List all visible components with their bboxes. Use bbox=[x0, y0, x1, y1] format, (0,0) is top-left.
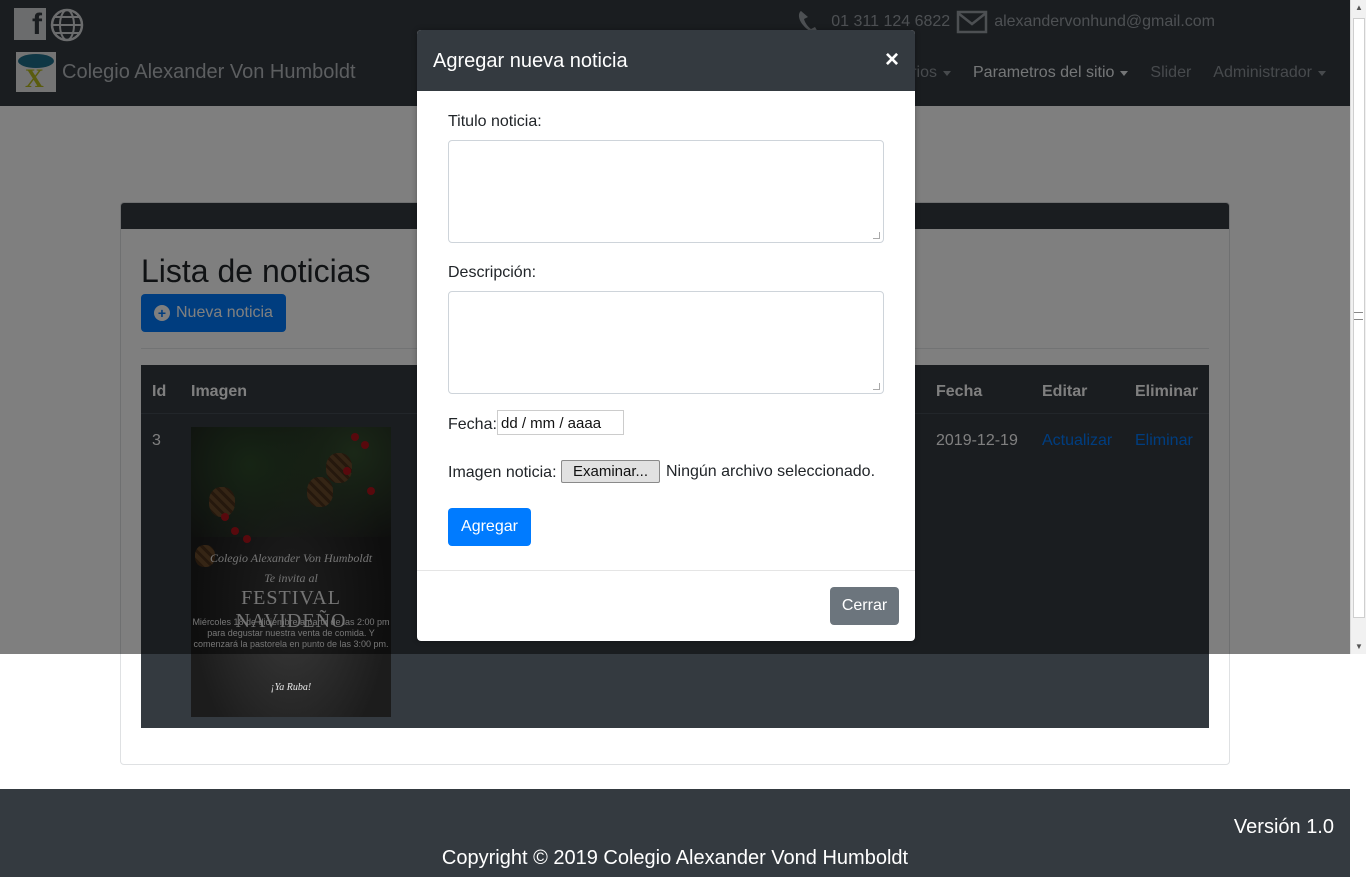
scroll-up-icon[interactable]: ▲ bbox=[1355, 3, 1363, 12]
imagen-label: Imagen noticia: bbox=[448, 464, 557, 481]
scroll-down-icon[interactable]: ▼ bbox=[1355, 642, 1363, 651]
close-icon[interactable]: × bbox=[885, 46, 899, 74]
modal-footer-divider bbox=[417, 570, 915, 571]
page-scrollbar[interactable]: ▲ ▼ bbox=[1350, 0, 1366, 654]
fecha-label: Fecha: bbox=[448, 416, 497, 433]
version-label: Versión 1.0 bbox=[1233, 816, 1334, 838]
modal-title: Agregar nueva noticia bbox=[433, 50, 628, 72]
add-news-modal: Agregar nueva noticia × Titulo noticia: … bbox=[417, 30, 915, 641]
footer: Versión 1.0 Copyright © 2019 Colegio Ale… bbox=[0, 789, 1350, 877]
titulo-textarea[interactable] bbox=[448, 140, 884, 243]
modal-header: Agregar nueva noticia × bbox=[417, 30, 915, 91]
file-status: Ningún archivo seleccionado. bbox=[666, 463, 876, 480]
file-browse-button[interactable]: Examinar... bbox=[561, 460, 660, 483]
cerrar-button[interactable]: Cerrar bbox=[830, 587, 899, 625]
titulo-label: Titulo noticia: bbox=[448, 113, 542, 130]
descripcion-textarea[interactable] bbox=[448, 291, 884, 394]
descripcion-label: Descripción: bbox=[448, 264, 537, 281]
poster-closing: ¡Ya Ruba! bbox=[270, 682, 312, 693]
copyright: Copyright © 2019 Colegio Alexander Vond … bbox=[441, 847, 909, 869]
fecha-input[interactable]: dd / mm / aaaa bbox=[497, 410, 624, 435]
agregar-button[interactable]: Agregar bbox=[448, 508, 531, 546]
